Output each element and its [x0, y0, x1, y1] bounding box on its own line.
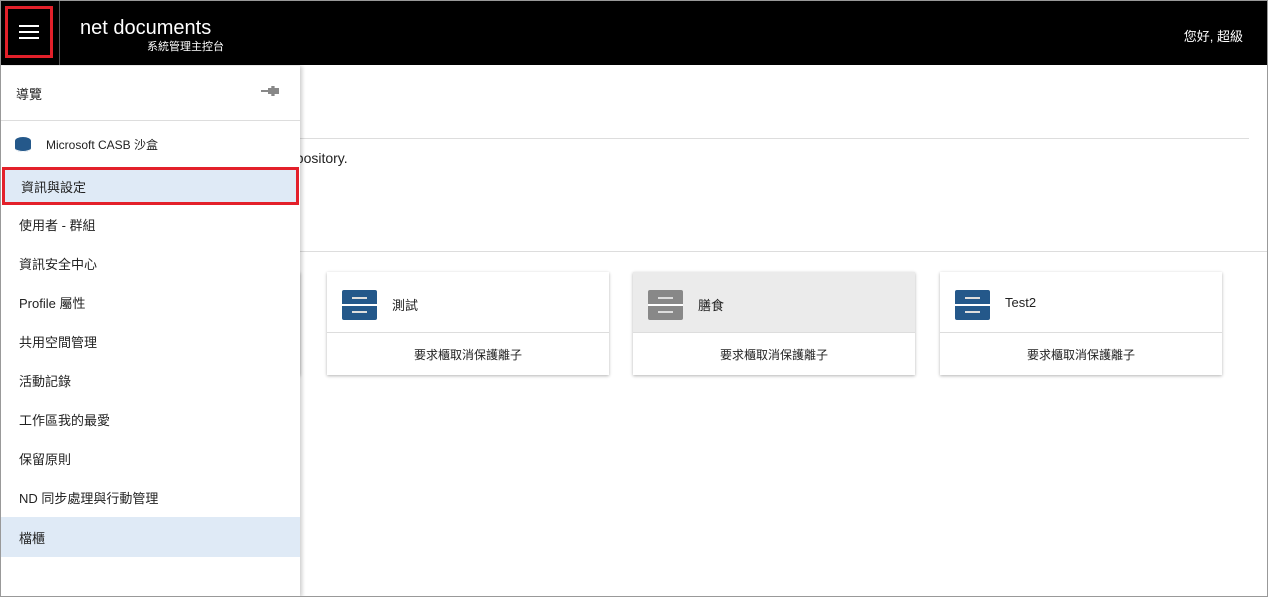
divider: [299, 138, 1249, 139]
nav-title: 導覽: [16, 87, 43, 102]
nav-item-profile-attributes[interactable]: Profile 屬性: [0, 283, 300, 322]
nav-item-workspace-favorites[interactable]: 工作區我的最愛: [0, 400, 300, 439]
cabinet-name[interactable]: Test2: [1005, 295, 1036, 310]
brand-subtitle: 系統管理主控台: [147, 41, 224, 53]
cabinet-name[interactable]: 膳食: [698, 295, 724, 314]
menu-button[interactable]: [5, 6, 53, 58]
cabinet-icon: [955, 290, 990, 320]
hamburger-icon: [19, 31, 39, 33]
nav-item-retention-policy[interactable]: 保留原則: [0, 439, 300, 478]
nav-item-activity-log[interactable]: 活動記錄: [0, 361, 300, 400]
unprotect-request-link[interactable]: 要求櫃取消保護離子: [633, 333, 915, 375]
cabinet-card[interactable]: 測試 要求櫃取消保護離子: [327, 272, 609, 375]
nav-item-info-settings[interactable]: 資訊與設定: [2, 167, 299, 205]
cabinet-icon: [342, 290, 377, 320]
cabinet-icon: [648, 290, 683, 320]
repository-item[interactable]: Microsoft CASB 沙盒: [0, 121, 300, 167]
unprotect-request-link[interactable]: 要求櫃取消保護離子: [327, 333, 609, 375]
user-greeting[interactable]: 您好, 超級: [1184, 26, 1243, 45]
nav-item-shared-spaces[interactable]: 共用空間管理: [0, 322, 300, 361]
database-icon: [15, 137, 31, 152]
nav-item-cabinets[interactable]: 檔櫃: [0, 517, 300, 557]
cabinet-name[interactable]: 測試: [392, 295, 418, 314]
top-bar: net documents 系統管理主控台 您好, 超級: [0, 0, 1268, 65]
nav-item-users-groups[interactable]: 使用者 - 群組: [0, 205, 300, 244]
pin-icon[interactable]: [261, 86, 279, 96]
nav-item-security-center[interactable]: 資訊安全中心: [0, 244, 300, 283]
brand-title: net documents: [80, 17, 212, 39]
repository-name: Microsoft CASB 沙盒: [46, 137, 159, 152]
cabinet-card[interactable]: 膳食 要求櫃取消保護離子: [633, 272, 915, 375]
unprotect-request-link[interactable]: 要求櫃取消保護離子: [940, 333, 1222, 375]
navigation-panel: 導覽 Microsoft CASB 沙盒 資訊與設定 使用者 - 群組 資訊安全…: [0, 66, 300, 597]
nav-item-nd-sync-mobile[interactable]: ND 同步處理與行動管理: [0, 478, 300, 517]
divider: [59, 0, 60, 65]
cabinet-card[interactable]: Test2 要求櫃取消保護離子: [940, 272, 1222, 375]
